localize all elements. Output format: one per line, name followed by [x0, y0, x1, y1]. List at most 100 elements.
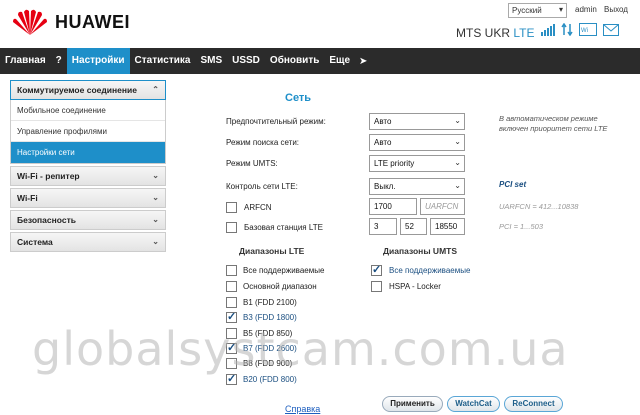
chevron-down-icon: ⌄ — [152, 193, 159, 202]
nav-sms[interactable]: SMS — [195, 48, 227, 74]
base-station-input-1[interactable]: 3 — [369, 218, 397, 235]
lte-band-checkbox-b5[interactable] — [226, 328, 237, 339]
status-icons: Wi — [541, 23, 619, 36]
sidebar-group-dialup[interactable]: Коммутируемое соединение ⌃ — [10, 80, 166, 100]
umts-band-label: HSPA - Locker — [389, 282, 441, 291]
lte-control-label: Контроль сети LTE: — [226, 182, 298, 191]
nav-help[interactable]: ? — [51, 48, 67, 74]
logout-link[interactable]: Выход — [604, 5, 628, 14]
search-mode-select[interactable]: Авто ⌄ — [369, 134, 465, 151]
cursor-icon: ➤ — [359, 55, 368, 67]
sidebar-group-security[interactable]: Безопасность ⌄ — [10, 210, 166, 230]
base-station-label: Базовая станция LTE — [244, 223, 323, 232]
lte-band-checkbox-b7[interactable] — [226, 341, 237, 354]
auto-mode-hint-line1: В автоматическом режиме — [499, 114, 598, 123]
umts-band-label: Все поддерживаемые — [389, 266, 471, 275]
lte-band-checkbox-b20[interactable] — [226, 372, 237, 385]
help-link[interactable]: Справка — [285, 404, 320, 414]
umts-band-checkbox-all[interactable] — [371, 263, 382, 276]
apply-button[interactable]: Применить — [382, 396, 443, 412]
huawei-logo-icon — [13, 9, 47, 36]
sidebar-group-wifi[interactable]: Wi-Fi ⌄ — [10, 188, 166, 208]
chevron-down-icon: ⌄ — [454, 137, 461, 146]
nav-settings[interactable]: Настройки — [66, 48, 130, 74]
base-station-input-3[interactable]: 18550 — [430, 218, 465, 235]
chevron-down-icon: ⌄ — [454, 158, 461, 167]
watermark: globalsystcam.com.ua — [32, 322, 569, 376]
arfcn-checkbox[interactable] — [226, 202, 237, 213]
lte-control-value: Выкл. — [374, 182, 396, 191]
nav-update[interactable]: Обновить — [265, 48, 324, 74]
chevron-down-icon: ⌄ — [152, 171, 159, 180]
sidebar-submenu: Мобильное соединение Управление профилям… — [10, 100, 166, 164]
sidebar-group-label: Система — [17, 237, 53, 247]
signal-icon — [541, 24, 555, 36]
lte-band-checkbox-main[interactable] — [226, 281, 237, 292]
preferred-mode-value: Авто — [374, 117, 392, 126]
umts-mode-value: LTE priority — [374, 159, 415, 168]
base-station-input-2[interactable]: 52 — [400, 218, 427, 235]
watchcat-button[interactable]: WatchCat — [447, 396, 500, 412]
auto-mode-hint-line2: включен приоритет сети LTE — [499, 124, 608, 133]
lte-band-checkbox-b3[interactable] — [226, 310, 237, 323]
sidebar-item-profile-management[interactable]: Управление профилями — [11, 121, 165, 142]
lte-control-select[interactable]: Выкл. ⌄ — [369, 178, 465, 195]
header: HUAWEI Русский ▾ admin Выход MTS UKR LTE… — [0, 0, 640, 48]
operator-name: MTS UKR LTE — [456, 26, 534, 40]
network-type: LTE — [513, 26, 535, 40]
umts-band-checkbox-hspa[interactable] — [371, 281, 382, 292]
arfcn-input[interactable]: 1700 — [369, 198, 417, 215]
sidebar-group-system[interactable]: Система ⌄ — [10, 232, 166, 252]
preferred-mode-select[interactable]: Авто ⌄ — [369, 113, 465, 130]
pci-range-hint: PCI = 1...503 — [499, 222, 543, 231]
umts-bands-title: Диапазоны UMTS — [383, 246, 458, 256]
lte-band-checkbox-all[interactable] — [226, 265, 237, 276]
wifi-icon: Wi — [579, 23, 597, 36]
language-value: Русский — [512, 6, 542, 15]
sidebar-item-mobile-connection[interactable]: Мобильное соединение — [11, 100, 165, 121]
lte-band-label: Все поддерживаемые — [243, 266, 325, 275]
chevron-up-icon: ⌃ — [152, 85, 159, 94]
nav-more[interactable]: Еще — [324, 48, 355, 74]
sidebar-group-label: Wi-Fi — [17, 193, 38, 203]
chevron-down-icon: ⌄ — [454, 116, 461, 125]
base-station-checkbox[interactable] — [226, 222, 237, 233]
main-nav: Главная ? Настройки Статистика SMS USSD … — [0, 48, 640, 74]
chevron-down-icon: ⌄ — [152, 215, 159, 224]
sidebar: Коммутируемое соединение ⌃ Мобильное сое… — [10, 80, 166, 254]
pci-set-label: PCI set — [499, 180, 527, 189]
nav-home[interactable]: Главная — [0, 48, 51, 74]
search-mode-value: Авто — [374, 138, 392, 147]
sidebar-group-label: Коммутируемое соединение — [17, 85, 137, 95]
page-title: Сеть — [285, 92, 312, 104]
arfcn-label: ARFCN — [244, 203, 272, 212]
uarfcn-input[interactable]: UARFCN — [420, 198, 465, 215]
nav-ussd[interactable]: USSD — [227, 48, 265, 74]
sidebar-item-network-settings[interactable]: Настройки сети — [11, 142, 165, 163]
lte-band-checkbox-b1[interactable] — [226, 297, 237, 308]
chevron-down-icon: ⌄ — [454, 181, 461, 190]
umts-mode-select[interactable]: LTE priority ⌄ — [369, 155, 465, 172]
chevron-down-icon: ▾ — [558, 5, 563, 14]
lte-band-label: B1 (FDD 2100) — [243, 298, 297, 307]
lte-band-label: B7 (FDD 2600) — [243, 344, 297, 353]
lte-band-label: B5 (FDD 850) — [243, 329, 293, 338]
sidebar-group-label: Wi-Fi - репитер — [17, 171, 80, 181]
lte-band-label: B8 (FDD 900) — [243, 359, 293, 368]
lte-band-checkbox-b8[interactable] — [226, 358, 237, 369]
search-mode-label: Режим поиска сети: — [226, 138, 300, 147]
lte-band-label: Основной диапазон — [243, 282, 317, 291]
umts-mode-label: Режим UMTS: — [226, 159, 278, 168]
operator-label: MTS UKR — [456, 26, 510, 40]
preferred-mode-label: Предпочтительный режим: — [226, 117, 326, 126]
sidebar-group-label: Безопасность — [17, 215, 76, 225]
lte-band-label: B20 (FDD 800) — [243, 375, 297, 384]
language-select[interactable]: Русский ▾ — [508, 3, 567, 18]
brand-name: HUAWEI — [55, 12, 130, 32]
svg-text:Wi: Wi — [581, 28, 588, 34]
sidebar-group-wifi-repeater[interactable]: Wi-Fi - репитер ⌄ — [10, 166, 166, 186]
nav-statistics[interactable]: Статистика — [130, 48, 196, 74]
reconnect-button[interactable]: ReConnect — [504, 396, 563, 412]
auto-mode-hint: В автоматическом режиме включен приорите… — [499, 114, 607, 134]
chevron-down-icon: ⌄ — [152, 237, 159, 246]
